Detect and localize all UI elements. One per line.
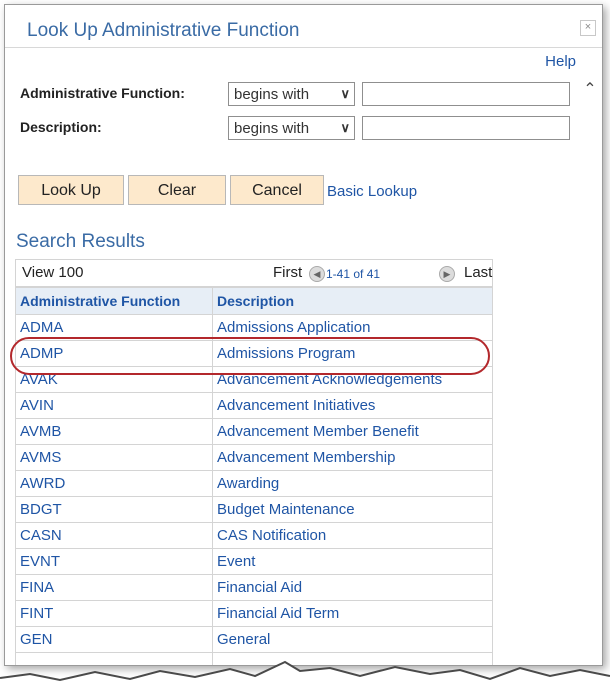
table-row[interactable]: CASN CAS Notification	[15, 522, 493, 549]
highlight-annotation	[10, 337, 490, 375]
description-label: Description:	[20, 119, 102, 135]
description-cell[interactable]: Financial Aid Term	[212, 600, 493, 627]
description-cell[interactable]: Advancement Membership	[212, 444, 493, 471]
results-header-row: Administrative Function Description	[15, 287, 493, 315]
table-row[interactable]: AVMS Advancement Membership	[15, 444, 493, 471]
lookup-button[interactable]: Look Up	[18, 175, 124, 205]
view-all-link[interactable]: View 100	[22, 264, 83, 281]
description-cell[interactable]: Advancement Member Benefit	[212, 418, 493, 445]
table-row[interactable]: AVMB Advancement Member Benefit	[15, 418, 493, 445]
column-header-description[interactable]: Description	[212, 287, 493, 315]
dialog-titlebar: Look Up Administrative Function ×	[5, 5, 602, 48]
description-cell[interactable]: Financial Aid	[212, 574, 493, 601]
admin-function-cell[interactable]: FINA	[15, 574, 213, 601]
admin-function-label: Administrative Function:	[20, 85, 185, 101]
table-row[interactable]: AWRD Awarding	[15, 470, 493, 497]
help-link[interactable]: Help	[545, 53, 576, 70]
description-cell[interactable]: Advancement Initiatives	[212, 392, 493, 419]
table-row[interactable]: AVIN Advancement Initiatives	[15, 392, 493, 419]
clear-button[interactable]: Clear	[128, 175, 226, 205]
next-page-icon[interactable]: ▶	[439, 266, 455, 282]
search-results-title: Search Results	[16, 231, 145, 252]
admin-function-operator-select[interactable]: begins with ∨	[228, 82, 355, 106]
results-range: 1-41 of 41	[326, 267, 381, 281]
close-icon[interactable]: ×	[580, 20, 596, 36]
description-cell[interactable]: Awarding	[212, 470, 493, 497]
table-row[interactable]: BDGT Budget Maintenance	[15, 496, 493, 523]
description-cell[interactable]	[212, 652, 493, 665]
lookup-dialog: Look Up Administrative Function × Help ⌃…	[4, 4, 603, 666]
description-cell[interactable]: Budget Maintenance	[212, 496, 493, 523]
admin-function-cell[interactable]: AVIN	[15, 392, 213, 419]
admin-function-cell[interactable]: GEN	[15, 626, 213, 653]
description-cell[interactable]: General	[212, 626, 493, 653]
dialog-title: Look Up Administrative Function	[27, 20, 300, 41]
first-link[interactable]: First	[273, 264, 302, 281]
admin-function-cell[interactable]: AVMS	[15, 444, 213, 471]
description-operator-value: begins with	[234, 120, 310, 137]
torn-edge-paper	[0, 662, 610, 696]
description-cell[interactable]: Event	[212, 548, 493, 575]
column-header-admin-function[interactable]: Administrative Function	[15, 287, 213, 315]
admin-function-operator-value: begins with	[234, 86, 310, 103]
admin-function-cell[interactable]	[15, 652, 213, 665]
table-row[interactable]: EVNT Event	[15, 548, 493, 575]
cancel-button[interactable]: Cancel	[230, 175, 324, 205]
admin-function-cell[interactable]: BDGT	[15, 496, 213, 523]
description-input[interactable]	[362, 116, 570, 140]
table-row[interactable]	[15, 652, 493, 665]
admin-function-cell[interactable]: CASN	[15, 522, 213, 549]
admin-function-cell[interactable]: AWRD	[15, 470, 213, 497]
table-row[interactable]: GEN General	[15, 626, 493, 653]
results-navigation: View 100 First ◀ 1-41 of 41 ▶ Last	[15, 259, 493, 287]
chevron-down-icon: ∨	[340, 120, 350, 135]
chevron-down-icon: ∨	[340, 86, 350, 101]
description-operator-select[interactable]: begins with ∨	[228, 116, 355, 140]
scroll-up-icon[interactable]: ⌃	[580, 79, 600, 99]
table-row[interactable]: FINT Financial Aid Term	[15, 600, 493, 627]
table-row[interactable]: FINA Financial Aid	[15, 574, 493, 601]
description-cell[interactable]: CAS Notification	[212, 522, 493, 549]
admin-function-cell[interactable]: FINT	[15, 600, 213, 627]
admin-function-cell[interactable]: AVMB	[15, 418, 213, 445]
last-link[interactable]: Last	[464, 264, 492, 281]
previous-page-icon[interactable]: ◀	[309, 266, 325, 282]
basic-lookup-link[interactable]: Basic Lookup	[327, 183, 417, 200]
admin-function-cell[interactable]: EVNT	[15, 548, 213, 575]
admin-function-input[interactable]	[362, 82, 570, 106]
